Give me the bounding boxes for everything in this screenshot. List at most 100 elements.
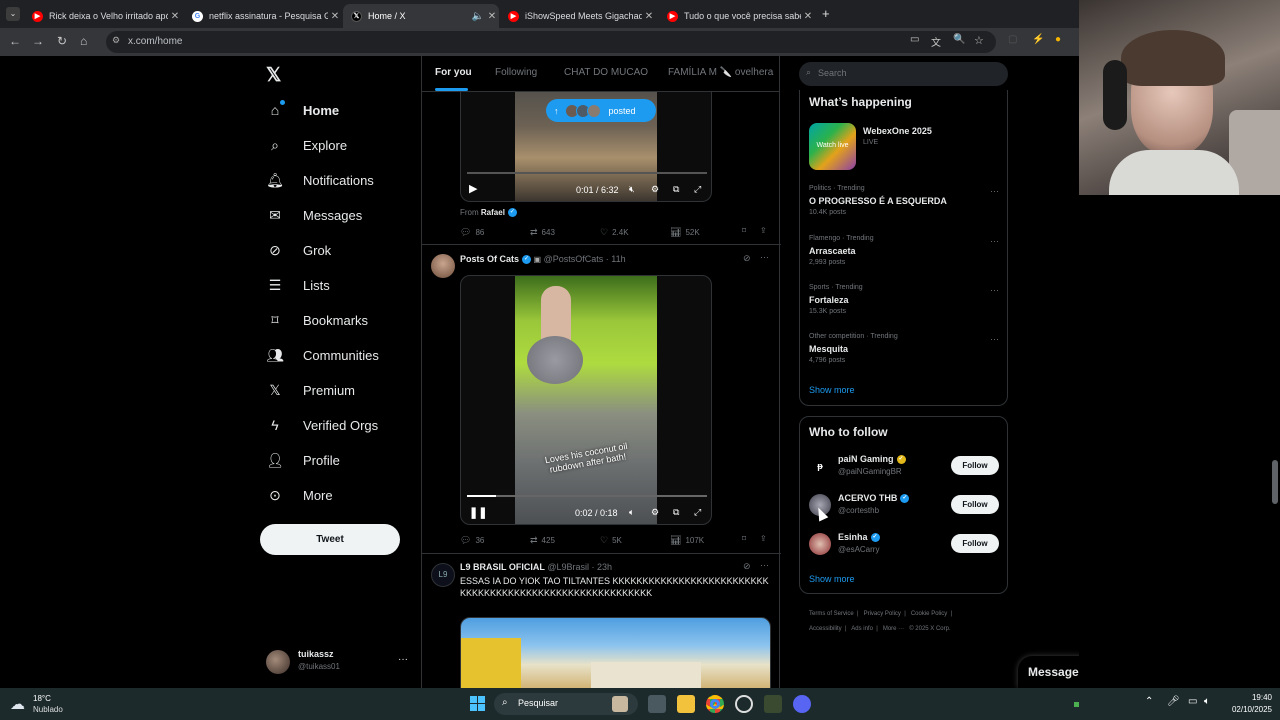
browser-tab-1[interactable]: ▶ Rick deixa o Velho irritado após ✕ <box>24 4 182 28</box>
views-button[interactable]: 📊︎ 107K <box>670 535 704 546</box>
show-more-link[interactable]: Show more <box>809 574 855 584</box>
more-dots-icon[interactable]: ··· <box>990 236 999 246</box>
share-icon[interactable]: ⇪ <box>760 226 767 235</box>
task-view-icon[interactable] <box>648 695 666 713</box>
page-scrollbar[interactable] <box>1272 460 1278 504</box>
post-image[interactable] <box>460 617 771 688</box>
repost-button[interactable]: ⇄ 425 <box>530 535 555 546</box>
browser-tab-2[interactable]: G netflix assinatura - Pesquisa Go ✕ <box>184 4 342 28</box>
mute-icon[interactable]: 🔇︎ <box>629 184 635 195</box>
zoom-icon[interactable]: 🔍 <box>953 34 965 45</box>
grok-icon[interactable]: ⊘ <box>743 561 751 572</box>
clock[interactable]: 19:40 02/10/2025 <box>1222 692 1272 716</box>
footer-link[interactable]: More ··· <box>883 626 904 632</box>
footer-link[interactable]: Terms of Service <box>809 611 854 617</box>
post-time[interactable]: 11h <box>611 254 625 264</box>
live-event[interactable]: Watch live WebexOne 2025 LIVE <box>809 123 999 171</box>
follow-suggestion[interactable]: ᵽ paiN Gaming ✓ @paiNGamingBR Follow <box>800 453 1009 483</box>
fullscreen-icon[interactable]: ⤢ <box>694 507 701 518</box>
sidebar-item-notifications[interactable]: 🔔︎ Notifications <box>266 169 374 191</box>
close-tab-icon[interactable]: ✕ <box>328 11 342 22</box>
sidebar-item-grok[interactable]: ⊘ Grok <box>266 239 331 261</box>
more-dots-icon[interactable]: ··· <box>760 252 769 262</box>
network-icon[interactable]: ▭ <box>1188 696 1197 707</box>
start-button[interactable] <box>470 696 485 711</box>
app-2-icon[interactable] <box>764 695 782 713</box>
author-name[interactable]: L9 BRASIL OFICIAL <box>460 562 545 572</box>
extension-icon[interactable]: ▢ <box>1008 34 1017 45</box>
trend-item[interactable]: Sports · Trending Fortaleza 15.3K posts … <box>800 283 1009 323</box>
back-icon[interactable]: ← <box>9 34 21 48</box>
site-info-icon[interactable]: ⚙ <box>112 35 120 46</box>
tweet-button[interactable]: Tweet <box>260 524 400 555</box>
sidebar-item-premium[interactable]: 𝕏 Premium <box>266 379 355 401</box>
footer-link[interactable]: Ads info <box>851 626 873 632</box>
posted-pill[interactable]: ↑ posted <box>546 99 656 122</box>
file-explorer-icon[interactable] <box>677 695 695 713</box>
video-progress-track[interactable] <box>467 172 707 174</box>
settings-icon[interactable]: ⚙ <box>651 184 659 195</box>
pip-icon[interactable]: ⧉ <box>673 184 679 195</box>
trend-item[interactable]: Flamengo · Trending Arrascaeta 2,993 pos… <box>800 234 1009 274</box>
pause-icon[interactable]: ❚❚ <box>469 506 487 519</box>
show-more-link[interactable]: Show more <box>809 385 855 395</box>
volume-icon[interactable]: 🔈︎ <box>629 507 634 518</box>
avatar[interactable]: L9 <box>431 563 455 587</box>
sidebar-item-lists[interactable]: ☰ Lists <box>266 274 330 296</box>
settings-icon[interactable]: ⚙ <box>651 507 659 518</box>
more-dots-icon[interactable]: ··· <box>760 560 769 570</box>
avatar[interactable] <box>431 254 455 278</box>
home-page-icon[interactable]: ⌂ <box>80 34 87 48</box>
reply-button[interactable]: 💬︎ 86 <box>460 227 484 238</box>
close-tab-icon[interactable]: ✕ <box>168 11 182 22</box>
microphone-icon[interactable]: 🎤︎ <box>1167 696 1180 707</box>
author-handle[interactable]: @L9Brasil <box>547 562 589 572</box>
tab-following[interactable]: Following <box>495 67 537 78</box>
views-button[interactable]: 📊︎ 52K <box>670 227 700 238</box>
tab-list-dropdown[interactable]: ⌄ <box>6 7 20 21</box>
video-player[interactable]: Loves his coconut oil rubdown after bath… <box>460 275 712 525</box>
video-progress-track[interactable] <box>467 495 707 497</box>
sidebar-item-home[interactable]: ⌂ Home <box>266 99 339 121</box>
browser-tab-5[interactable]: ▶ Tudo o que você precisa saber ✕ <box>659 4 815 28</box>
tab-chat-do-mucao[interactable]: CHAT DO MUCAO <box>564 67 648 78</box>
speaker-icon[interactable]: 🔈 <box>471 11 485 22</box>
sidebar-item-profile[interactable]: 👤︎ Profile <box>266 449 340 471</box>
more-dots-icon[interactable]: ··· <box>990 285 999 295</box>
x-logo-icon[interactable]: 𝕏 <box>266 64 281 87</box>
post-time[interactable]: 23h <box>597 562 612 572</box>
discord-icon[interactable] <box>793 695 811 713</box>
search-input[interactable]: ⌕ Search <box>799 62 1008 86</box>
sidebar-item-explore[interactable]: ⌕ Explore <box>266 134 347 156</box>
follow-button[interactable]: Follow <box>951 534 999 553</box>
forward-icon[interactable]: → <box>32 34 44 48</box>
tab-for-you[interactable]: For you <box>435 67 472 78</box>
follow-suggestion[interactable]: Esinha ✓ @esACarry Follow <box>800 531 1009 561</box>
sidebar-item-messages[interactable]: ✉ Messages <box>266 204 362 226</box>
browser-tab-3-active[interactable]: 𝕏 Home / X 🔈 ✕ <box>343 4 499 28</box>
sidebar-item-more[interactable]: ⊙ More <box>266 484 333 506</box>
author-handle[interactable]: @PostsOfCats <box>544 254 604 264</box>
close-tab-icon[interactable]: ✕ <box>801 11 815 22</box>
like-button[interactable]: ♡ 2.4K <box>600 227 629 238</box>
follow-suggestion[interactable]: ACERVO THB ✓ @cortesthb Follow <box>800 492 1009 522</box>
translate-icon[interactable]: 文 <box>931 34 941 49</box>
fullscreen-icon[interactable]: ⤢ <box>694 184 701 195</box>
weather-widget[interactable]: ☁ 18°C Nublado <box>10 693 90 715</box>
footer-link[interactable]: Accessibility <box>809 626 842 632</box>
play-icon[interactable]: ▶ <box>469 182 477 195</box>
more-dots-icon[interactable]: ··· <box>990 334 999 344</box>
repost-button[interactable]: ⇄ 643 <box>530 227 555 238</box>
close-tab-icon[interactable]: ✕ <box>485 11 499 22</box>
bookmark-icon[interactable]: ⌑ <box>742 534 746 543</box>
footer-link[interactable]: Privacy Policy <box>864 611 901 617</box>
trend-item[interactable]: Other competition · Trending Mesquita 4,… <box>800 332 1009 372</box>
footer-link[interactable]: Cookie Policy <box>911 611 947 617</box>
follow-button[interactable]: Follow <box>951 456 999 475</box>
browser-tab-4[interactable]: ▶ iShowSpeed Meets Gigachad In ✕ <box>500 4 656 28</box>
reply-button[interactable]: 💬︎ 36 <box>460 535 484 546</box>
pip-icon[interactable]: ⧉ <box>673 507 679 518</box>
close-tab-icon[interactable]: ✕ <box>642 11 656 22</box>
address-bar[interactable]: ⚙ x.com/home <box>106 31 996 53</box>
trend-item[interactable]: Politics · Trending O PROGRESSO É A ESQU… <box>800 184 1009 224</box>
